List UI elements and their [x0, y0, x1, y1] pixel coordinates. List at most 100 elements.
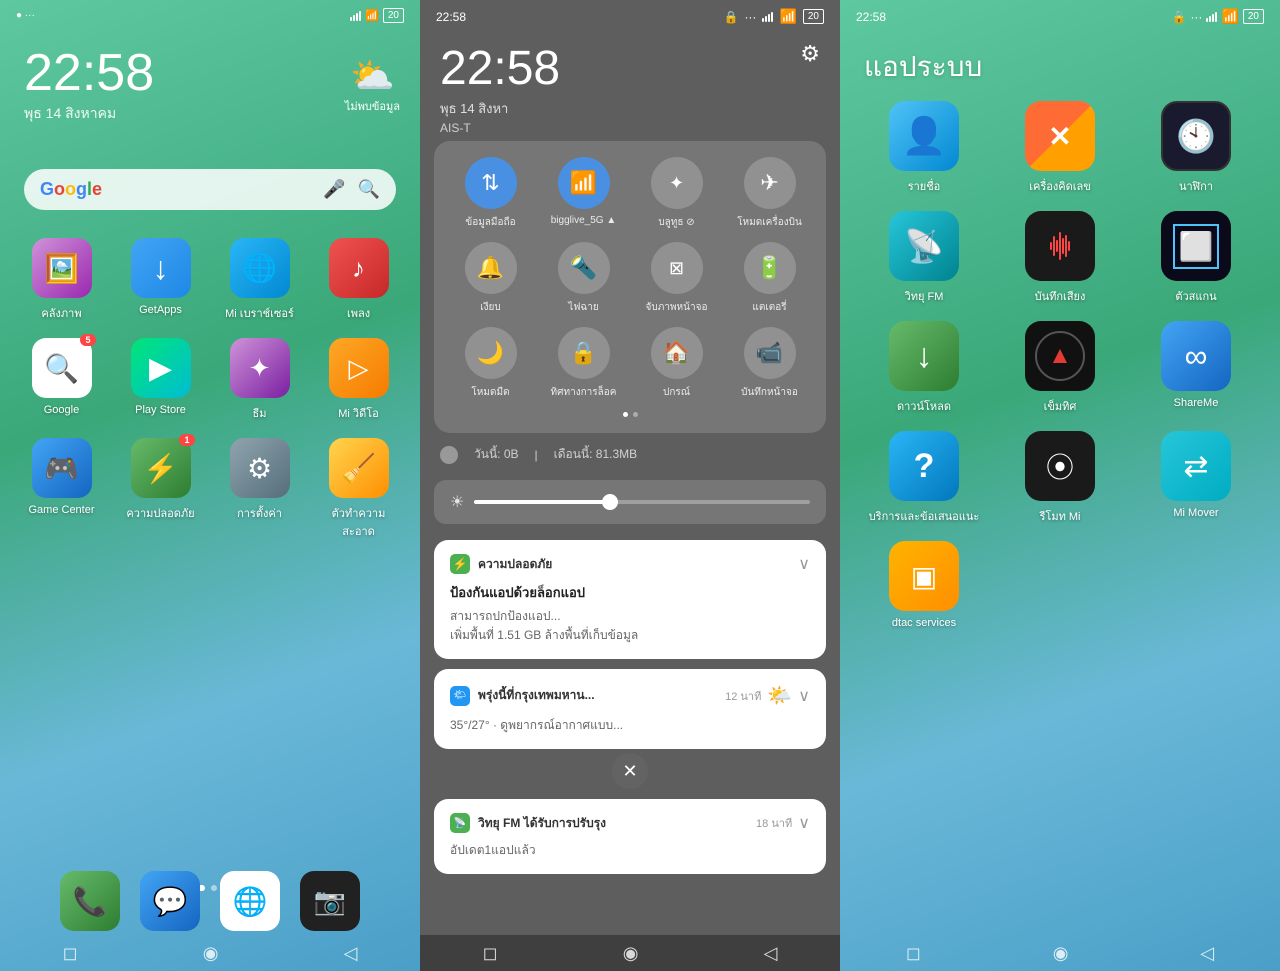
toggle-device[interactable]: 🏠 ปกรณ์	[636, 327, 717, 400]
app-cleaner[interactable]: 🧹 ตัวทำความสะอาด	[317, 438, 400, 540]
lens-icon[interactable]: 🔍	[358, 179, 380, 200]
right-app-radio[interactable]: 📡 วิทยุ FM	[864, 211, 984, 305]
toggle-bluetooth[interactable]: ✦ บลูทูธ ⊘	[636, 157, 717, 230]
right-nav-back[interactable]: ◁	[1200, 943, 1214, 964]
toggle-row3: 🌙 โหมดมืด 🔒 ทิศทางการล็อค 🏠 ปกรณ์ 📹 บันท…	[450, 327, 810, 400]
app-gallery[interactable]: 🖼️ คลังภาพ	[20, 238, 103, 322]
right-app-dtac[interactable]: ▣ dtac services	[864, 541, 984, 629]
app-playstore[interactable]: ▶ Play Store	[119, 338, 202, 422]
toggle-darkmode[interactable]: 🌙 โหมดมืด	[450, 327, 531, 400]
dock-phone[interactable]: 📞	[60, 871, 120, 931]
app-security[interactable]: 1 ⚡ ความปลอดภัย	[119, 438, 202, 540]
toggle-silent[interactable]: 🔔 เงียบ	[450, 242, 531, 315]
left-status-bar: ● ··· 📶 20	[0, 0, 420, 27]
toggle-flashlight[interactable]: 🔦 ไฟฉาย	[543, 242, 624, 315]
silent-icon: 🔔	[465, 242, 517, 294]
toggle-lockdir[interactable]: 🔒 ทิศทางการล็อค	[543, 327, 624, 400]
right-app-services[interactable]: ? บริการและข้อเสนอแนะ	[864, 431, 984, 525]
right-app-mimover[interactable]: ⇄ Mi Mover	[1136, 431, 1256, 525]
mid-nav-back[interactable]: ◁	[764, 943, 778, 964]
right-app-compass[interactable]: ▲ เข็มทิศ	[1000, 321, 1120, 415]
app-settings-label: การตั้งค่า	[237, 504, 282, 522]
close-fab-btn[interactable]: ✕	[612, 753, 648, 789]
toggle-airplane[interactable]: ✈ โหมดเครื่องบิน	[729, 157, 810, 230]
nav-home-btn[interactable]: ◉	[203, 943, 219, 964]
radio-notif-icon: 📡	[450, 813, 470, 833]
toggle-wifi[interactable]: 📶 bigglive_5G ▲	[543, 157, 624, 230]
app-grid-row3: 🎮 Game Center 1 ⚡ ความปลอดภัย ⚙ การตั้งค…	[0, 438, 420, 540]
right-battery: 20	[1243, 9, 1264, 24]
brightness-handle[interactable]	[602, 494, 618, 510]
right-app-download[interactable]: ↓ ดาวน์โหลด	[864, 321, 984, 415]
right-app-remote[interactable]: ⦿ รีโมท Mi	[1000, 431, 1120, 525]
app-theme-label: ธีม	[253, 404, 267, 422]
app-security-label: ความปลอดภัย	[126, 504, 194, 522]
download-label: ดาวน์โหลด	[897, 397, 951, 415]
right-nav-home[interactable]: ◉	[1053, 943, 1069, 964]
right-app-recorder[interactable]: บันทึกเสียง	[1000, 211, 1120, 305]
mid-nav-square[interactable]: ◻	[483, 943, 498, 964]
mid-nav-bar: ◻ ◉ ◁	[420, 935, 840, 971]
app-theme[interactable]: ✦ ธีม	[218, 338, 301, 422]
right-app-grid: 👤 รายชื่อ ✕ เครื่องคิดเลข 🕙 นาฬิกา 📡 วิท…	[840, 101, 1280, 629]
airplane-icon: ✈	[744, 157, 796, 209]
toggle-battery[interactable]: 🔋 แตเตอรี่	[729, 242, 810, 315]
app-google-label: Google	[44, 404, 79, 416]
mid-nav-home[interactable]: ◉	[623, 943, 639, 964]
search-bar[interactable]: Google 🎤 🔍	[24, 169, 396, 210]
toggle-screenshot[interactable]: ⊠ จับภาพหน้าจอ	[636, 242, 717, 315]
right-app-calculator[interactable]: ✕ เครื่องคิดเลข	[1000, 101, 1120, 195]
nav-square-btn[interactable]: ◻	[63, 943, 78, 964]
right-app-scanner[interactable]: ⬜ ตัวสแกน	[1136, 211, 1256, 305]
weather-notif-chevron[interactable]: ∨	[798, 686, 810, 706]
toggle-screenrecord[interactable]: 📹 บันทึกหน้าจอ	[729, 327, 810, 400]
app-gamecenter[interactable]: 🎮 Game Center	[20, 438, 103, 540]
left-nav-bar: ◻ ◉ ◁	[0, 935, 420, 971]
app-settings[interactable]: ⚙ การตั้งค่า	[218, 438, 301, 540]
brightness-bar[interactable]: ☀	[434, 480, 826, 524]
screenshot-icon: ⊠	[651, 242, 703, 294]
security-icon: ⚡	[143, 452, 178, 485]
google-badge: 5	[80, 334, 95, 346]
notif-security[interactable]: ⚡ ความปลอดภัย ∨ ป้องกันแอปด้วยล็อกแอป สา…	[434, 540, 826, 659]
brightness-fill	[474, 500, 608, 504]
mid-battery: 20	[803, 9, 824, 24]
brightness-track[interactable]	[474, 500, 810, 504]
right-app-shareme[interactable]: ∞ ShareMe	[1136, 321, 1256, 415]
radio-notif-chevron[interactable]: ∨	[798, 813, 810, 833]
notif-security-app: ⚡ ความปลอดภัย	[450, 554, 552, 574]
radio-notif-right: 18 นาที ∨	[756, 813, 810, 833]
phone-icon: 📞	[73, 885, 108, 918]
notif-weather[interactable]: 🌤 พรุ่งนี้ที่กรุงเทพมหาน... 12 นาที 🌤️ ∨…	[434, 669, 826, 749]
weather-notif-body: 35°/27° · ดูพยากรณ์อากาศแบบ...	[450, 716, 810, 735]
right-nav-square[interactable]: ◻	[906, 943, 921, 964]
right-status-right: 🔒 ··· 📶 20	[1171, 8, 1264, 25]
weather-notif-right: 12 นาที 🌤️ ∨	[725, 683, 810, 708]
notif-radio[interactable]: 📡 วิทยุ FM ได้รับการปรับรุง 18 นาที ∨ อั…	[434, 799, 826, 874]
right-panel: 22:58 🔒 ··· 📶 20 แอประบบ 👤 รายชื่อ	[840, 0, 1280, 971]
app-getapps[interactable]: ↓ GetApps	[119, 238, 202, 322]
right-nav-bar: ◻ ◉ ◁	[840, 935, 1280, 971]
app-google[interactable]: 5 🔍 Google	[20, 338, 103, 422]
contacts-icon: 👤	[902, 115, 947, 157]
right-app-contacts[interactable]: 👤 รายชื่อ	[864, 101, 984, 195]
mic-icon[interactable]: 🎤	[323, 179, 345, 200]
toggle-mobile-data[interactable]: ⇅ ข้อมูลมือถือ	[450, 157, 531, 230]
app-music[interactable]: ♪ เพลง	[317, 238, 400, 322]
app-grid-row2: 5 🔍 Google ▶ Play Store ✦ ธีม ▷ Mi วิดีโ…	[0, 338, 420, 422]
theme-icon: ✦	[249, 353, 271, 384]
right-app-clock[interactable]: 🕙 นาฬิกา	[1136, 101, 1256, 195]
radio-notif-appname: วิทยุ FM ได้รับการปรับรุง	[478, 814, 606, 833]
app-mivideo[interactable]: ▷ Mi วิดีโอ	[317, 338, 400, 422]
nav-back-btn[interactable]: ◁	[344, 943, 358, 964]
getapps-icon: ↓	[153, 250, 169, 287]
settings-gear-btn[interactable]: ⚙	[800, 41, 820, 67]
dock-messages[interactable]: 💬	[140, 871, 200, 931]
dock-chrome[interactable]: 🌐	[220, 871, 280, 931]
mid-signal	[762, 12, 773, 22]
mid-wifi: 📶	[779, 8, 796, 25]
security-notif-chevron[interactable]: ∨	[798, 554, 810, 574]
dock-camera[interactable]: 📷	[300, 871, 360, 931]
music-icon: ♪	[352, 253, 365, 284]
app-mi-browser[interactable]: 🌐 Mi เบราช์เซอร์	[218, 238, 301, 322]
